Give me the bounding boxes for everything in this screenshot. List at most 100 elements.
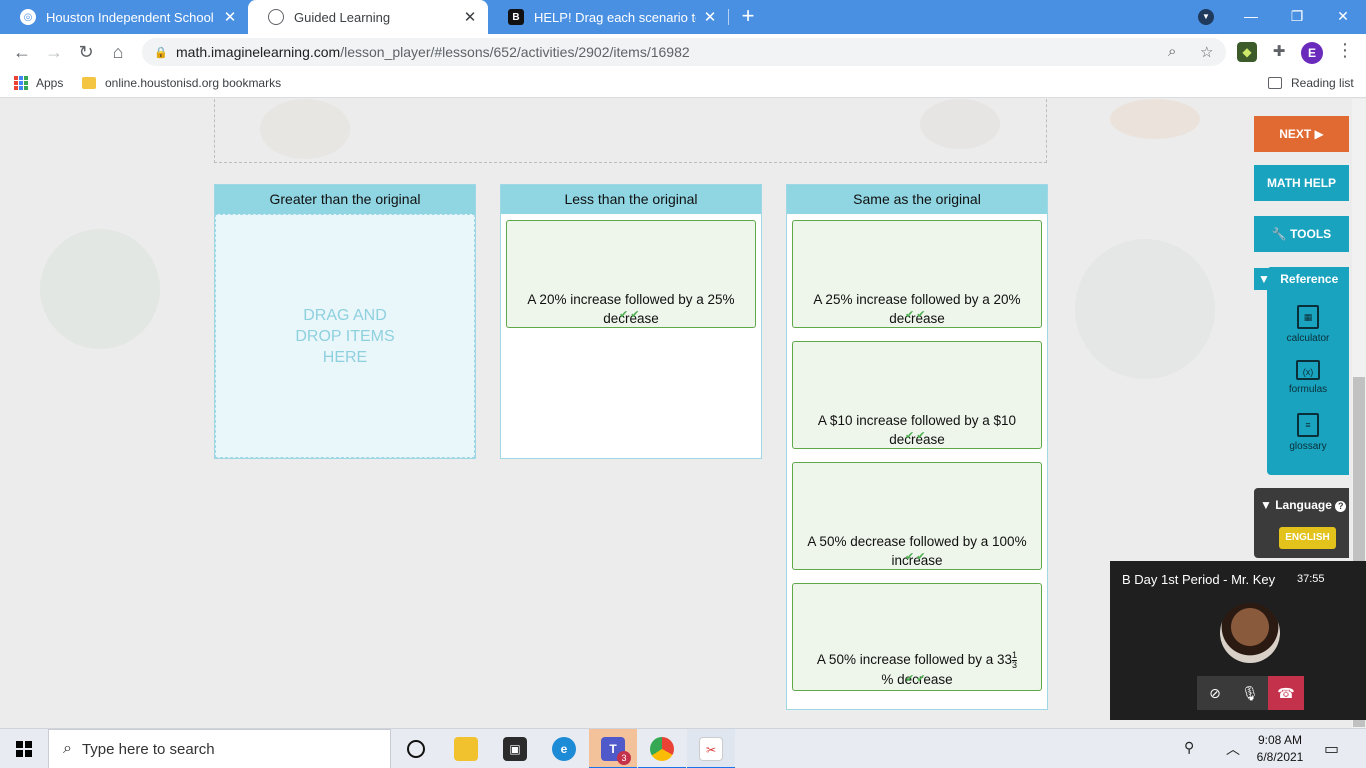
calculator-icon: ▦ [1297,305,1319,329]
tools-button[interactable]: 🔧 TOOLS [1254,216,1349,252]
formulas-tool[interactable]: (x) formulas [1267,360,1349,395]
reload-icon[interactable]: ↻ [74,40,98,64]
edge-button[interactable]: e [540,729,588,768]
search-icon: ⌕ [63,740,72,757]
correct-check-icon: ✔✔ [905,673,928,685]
store-bag-icon: ▣ [503,737,527,761]
people-icon[interactable]: ⚲ [1184,739,1194,756]
new-tab-button[interactable]: + [735,4,761,30]
close-window-button[interactable]: ✕ [1320,0,1366,34]
column-less[interactable]: Less than the original A 20% increase fo… [500,184,762,459]
reading-list-icon [1268,77,1282,89]
windows-taskbar: ⌕ Type here to search ▣ e T 3 ✂ ⚲ ︿ 9:08… [0,728,1366,768]
reading-list-label: Reading list [1291,76,1354,90]
snip-tool-button[interactable]: ✂ [687,729,735,768]
houston-isd-favicon: ◎ [20,9,36,25]
reading-list[interactable]: Reading list [1268,76,1354,90]
tab-houston-isd[interactable]: ◎ Houston Independent School Dis ✕ [0,0,248,34]
column-greater[interactable]: Greater than the original DRAG AND DROP … [214,184,476,459]
glossary-tool[interactable]: ≡ glossary [1267,413,1349,452]
math-help-button[interactable]: MATH HELP [1254,165,1349,201]
cortana-button[interactable] [392,729,440,768]
hat-decoration [1110,99,1200,139]
teams-meeting-window[interactable]: B Day 1st Period - Mr. Key 37:55 ⊘ 🎙 ☎ [1110,561,1366,720]
snipping-tool-icon: ✂ [699,737,723,761]
chrome-icon [650,737,674,761]
bookmarks-bar: Apps online.houstonisd.org bookmarks Rea… [0,70,1366,98]
close-tab-icon[interactable]: ✕ [702,8,718,26]
mic-muted-icon[interactable]: 🎙 [1232,676,1268,710]
bookmark-folder-label: online.houstonisd.org bookmarks [105,76,282,90]
fraction: 13 [1012,650,1018,670]
url-host: math.imaginelearning.com [176,44,341,60]
bookmark-folder[interactable]: online.houstonisd.org bookmarks [82,76,281,90]
column-same[interactable]: Same as the original A 25% increase foll… [786,184,1048,710]
profile-avatar[interactable]: E [1301,42,1323,64]
bookmark-star-icon[interactable]: ☆ [1200,43,1213,61]
reference-label: Reference [1280,272,1339,286]
column-header: Less than the original [501,185,761,214]
column-header: Greater than the original [215,185,475,214]
close-tab-icon[interactable]: ✕ [462,8,478,26]
fraction-denominator: 3 [1012,659,1018,670]
scenario-card[interactable]: A 25% increase followed by a 20% decreas… [792,220,1042,328]
tool-label: calculator [1286,333,1330,344]
tab-search-icon[interactable]: ▼ [1198,9,1214,25]
collapse-arrow-icon: ▼ [1254,268,1273,290]
system-clock[interactable]: 9:08 AM 6/8/2021 [1250,732,1310,766]
language-label: Language [1275,498,1332,512]
notifications-icon[interactable]: ▭ [1324,739,1339,759]
language-english-button[interactable]: ENGLISH [1279,527,1336,549]
globe-icon [268,9,284,25]
folder-icon [82,77,96,89]
tab-strip: ◎ Houston Independent School Dis ✕ Guide… [0,0,1366,34]
info-icon[interactable]: ? [1335,501,1347,512]
lock-icon: 🔒 [154,46,168,59]
tool-label: formulas [1288,384,1328,395]
reference-header[interactable]: ▼ Reference [1254,268,1349,290]
glossary-icon: ≡ [1297,413,1319,437]
extensions-puzzle-icon[interactable]: ✚ [1269,42,1289,62]
minimize-button[interactable]: — [1228,0,1274,34]
drop-hint: DRAG AND DROP ITEMS HERE [295,305,394,368]
teams-button[interactable]: T 3 [589,729,637,768]
teams-badge: 3 [617,751,631,765]
formulas-icon: (x) [1296,360,1320,380]
scenario-card[interactable]: A 20% increase followed by a 25% decreas… [506,220,756,328]
tool-label: glossary [1289,441,1327,452]
taskbar-search-box[interactable]: ⌕ Type here to search [48,729,391,768]
calculator-tool[interactable]: ▦ calculator [1267,305,1349,344]
column-header: Same as the original [787,185,1047,214]
drop-zone[interactable]: DRAG AND DROP ITEMS HERE [215,214,475,458]
camera-off-icon[interactable]: ⊘ [1197,676,1233,710]
microsoft-store-button[interactable]: ▣ [491,729,539,768]
windows-start-icon[interactable] [16,741,32,757]
next-button[interactable]: NEXT ▶ [1254,116,1349,152]
tab-brainly[interactable]: B HELP! Drag each scenario to sho ✕ [488,0,728,34]
hang-up-button[interactable]: ☎ [1268,676,1304,710]
chrome-button[interactable] [638,729,686,768]
home-icon[interactable]: ⌂ [106,40,130,64]
back-arrow-icon[interactable]: ← [10,40,34,64]
language-header[interactable]: ▼ Language ? [1260,498,1347,512]
extension-icon[interactable]: ◆ [1237,42,1257,62]
forward-arrow-icon[interactable]: → [42,40,66,64]
file-explorer-icon [454,737,478,761]
address-bar[interactable]: 🔒 math.imaginelearning.com/lesson_player… [142,38,1226,66]
file-explorer-button[interactable] [442,729,490,768]
correct-check-icon: ✔✔ [905,551,928,563]
tab-guided-learning[interactable]: Guided Learning ✕ [248,0,488,34]
tab-title: HELP! Drag each scenario to sho [534,9,696,25]
language-panel: ▼ Language ? ENGLISH [1254,488,1349,558]
close-tab-icon[interactable]: ✕ [222,8,238,26]
apps-label: Apps [36,76,64,90]
scenario-card[interactable]: A $10 increase followed by a $10 decreas… [792,341,1042,449]
tray-chevron-icon[interactable]: ︿ [1226,739,1240,759]
zoom-icon[interactable]: ⌕ [1168,43,1176,60]
clock-date: 6/8/2021 [1256,750,1304,764]
restore-button[interactable]: ❐ [1274,0,1320,34]
scenario-card[interactable]: A 50% decrease followed by a 100% increa… [792,462,1042,570]
apps-shortcut[interactable]: Apps [14,76,63,90]
scenario-card[interactable]: A 50% increase followed by a 33 1 3 % decr… [792,583,1042,691]
menu-kebab-icon[interactable]: ⋮ [1336,40,1354,61]
